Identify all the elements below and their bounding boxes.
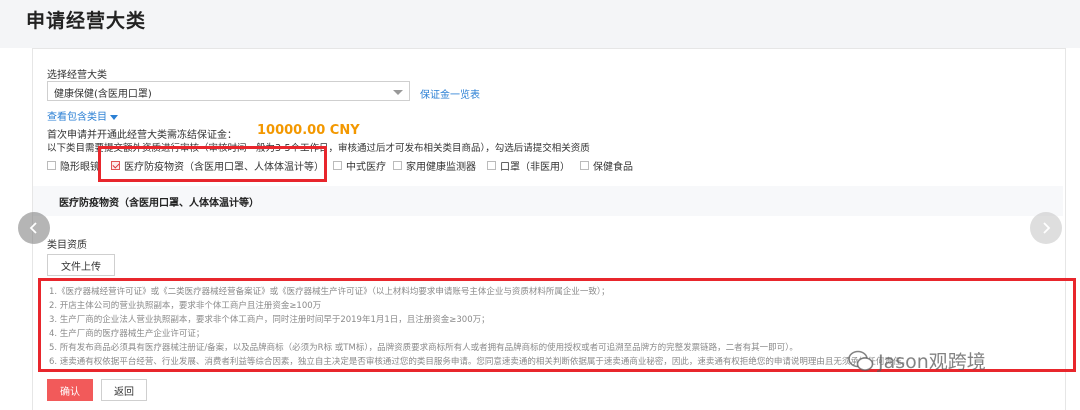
checkbox-non-medical-mask[interactable]: 口罩（非医用） — [487, 158, 570, 173]
deposit-table-link[interactable]: 保证金一览表 — [420, 86, 480, 101]
checkbox-box[interactable] — [487, 160, 496, 170]
checkbox-label: 保健食品 — [593, 161, 633, 173]
note-line: 5. 所有发布商品必须具有医疗器械注册证/备案，以及品牌商标（必须为R标 或TM… — [49, 343, 798, 353]
checkbox-box[interactable] — [580, 160, 589, 170]
checkbox-label: 隐形眼镜 — [60, 161, 100, 173]
note-line: 4. 生产厂商的医疗器械生产企业许可证； — [49, 329, 205, 339]
note-line: 6. 速卖通有权依据平台经营、行业发展、消费者利益等综合因素，独立自主决定是否审… — [49, 357, 910, 367]
caret-down-icon — [110, 114, 118, 120]
deposit-amount: 10000.00 CNY — [257, 123, 360, 138]
note-line: 3. 生产厂商的企业法人营业执照副本，要求非个体工商户，同时注册时间早于2019… — [49, 315, 490, 325]
chevron-right-icon — [1043, 222, 1051, 234]
checkbox-label: 口罩（非医用） — [500, 161, 570, 173]
page-title: 申请经营大类 — [26, 10, 147, 32]
confirm-button[interactable]: 确认 — [47, 379, 93, 401]
chevron-down-icon — [393, 90, 403, 95]
deposit-prefix: 首次申请并开通此经营大类需冻结保证金： — [47, 130, 237, 141]
file-upload-button[interactable]: 文件上传 — [47, 254, 115, 276]
checkbox-health-monitor[interactable]: 家用健康监测器 — [393, 158, 476, 173]
note-line: 2. 开店主体公司的营业执照副本，要求非个体工商户且注册资金≥100万 — [49, 301, 322, 311]
wechat-icon — [848, 350, 874, 371]
section-title: 医疗防疫物资（含医用口罩、人体体温计等） — [59, 198, 259, 209]
checkbox-health-food[interactable]: 保健食品 — [580, 158, 633, 173]
category-select[interactable]: 健康保健(含医用口罩) — [47, 81, 410, 101]
checkbox-contact-lens[interactable]: 隐形眼镜 — [47, 158, 100, 173]
checkbox-label: 家用健康监测器 — [406, 161, 476, 173]
category-select-value: 健康保健(含医用口罩) — [54, 89, 152, 100]
checkbox-chinese-medicine[interactable]: 中式医疗 — [333, 158, 386, 173]
qualification-label: 类目资质 — [47, 240, 87, 251]
checkbox-box[interactable] — [333, 160, 342, 170]
view-categories-label: 查看包含类目 — [47, 112, 107, 123]
top-bar — [0, 0, 1080, 48]
watermark-text: Jason观跨境 — [878, 351, 986, 373]
checkbox-label: 中式医疗 — [346, 161, 386, 173]
chevron-left-icon — [29, 222, 37, 234]
back-button[interactable]: 返回 — [101, 379, 147, 401]
carousel-prev-button[interactable] — [18, 212, 50, 244]
view-categories-link[interactable]: 查看包含类目 — [47, 108, 118, 123]
checkbox-box[interactable] — [47, 160, 56, 170]
watermark: Jason观跨境 — [848, 347, 986, 374]
carousel-next-button[interactable] — [1030, 212, 1062, 244]
highlight-box-checkbox — [98, 146, 327, 182]
note-line: 1.《医疗器械经营许可证》或《二类医疗器械经营备案证》或《医疗器械生产许可证》（… — [49, 287, 610, 297]
category-select-label: 选择经营大类 — [47, 70, 107, 81]
checkbox-box[interactable] — [393, 160, 402, 170]
section-header: 医疗防疫物资（含医用口罩、人体体温计等） — [33, 186, 1063, 216]
